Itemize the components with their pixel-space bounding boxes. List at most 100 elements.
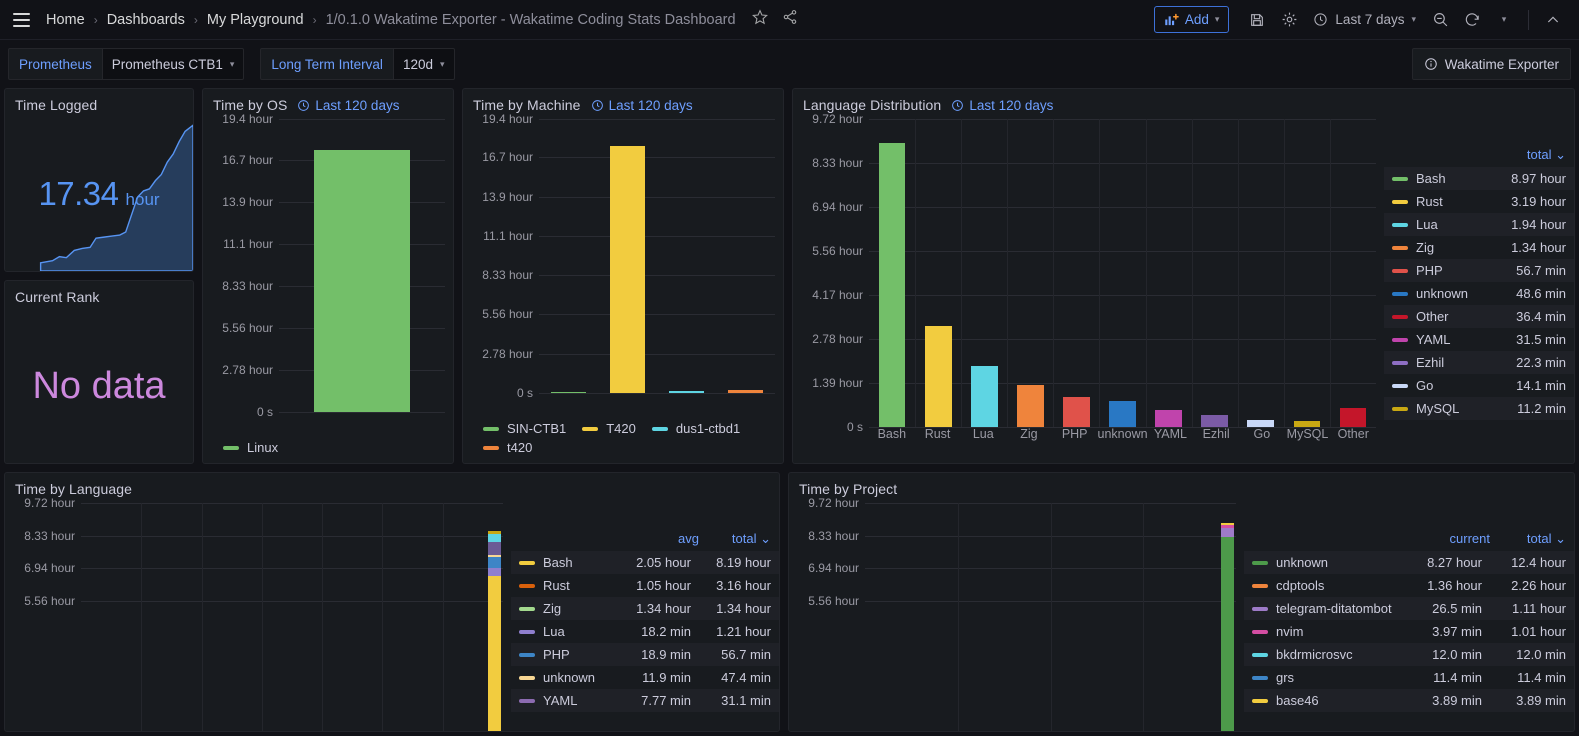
legend-table-row[interactable]: Zig 1.34 hour bbox=[1384, 236, 1574, 259]
stack-segment[interactable] bbox=[488, 541, 501, 555]
star-icon[interactable] bbox=[751, 9, 768, 30]
legend-table-row[interactable]: unknown 8.27 hour 12.4 hour bbox=[1244, 551, 1574, 574]
bar-slot[interactable] bbox=[961, 119, 1007, 427]
legend-column-header-current[interactable]: current bbox=[1410, 531, 1490, 547]
legend-table-row[interactable]: bkdrmicrosvc 12.0 min 12.0 min bbox=[1244, 643, 1574, 666]
wakatime-exporter-link-button[interactable]: Wakatime Exporter bbox=[1411, 48, 1571, 80]
panel-time-by-language[interactable]: Time by Language 9.72 hour 8.33 hour 6.94 … bbox=[4, 472, 780, 732]
bar-slot[interactable] bbox=[1330, 119, 1376, 427]
bar[interactable] bbox=[728, 390, 763, 393]
bar-slot[interactable] bbox=[1099, 119, 1145, 427]
collapse-toolbar-button[interactable] bbox=[1537, 5, 1569, 35]
stack-segment[interactable] bbox=[1221, 537, 1234, 731]
legend-table-row[interactable]: PHP 18.9 min 56.7 min bbox=[511, 643, 779, 666]
legend-table-row[interactable]: MySQL 11.2 min bbox=[1384, 397, 1574, 420]
bar[interactable] bbox=[924, 325, 952, 427]
share-icon[interactable] bbox=[782, 9, 798, 30]
legend-table-row[interactable]: Zig 1.34 hour 1.34 hour bbox=[511, 597, 779, 620]
legend-table-row[interactable]: base46 3.89 min 3.89 min bbox=[1244, 689, 1574, 712]
panel-time-by-os[interactable]: Time by OS Last 120 days 19.4 hour 16.7 h… bbox=[202, 88, 454, 464]
legend-item[interactable]: T420 bbox=[582, 421, 636, 436]
legend-table-row[interactable]: Go 14.1 min bbox=[1384, 374, 1574, 397]
bar[interactable] bbox=[610, 145, 645, 393]
bar[interactable] bbox=[970, 365, 998, 427]
save-dashboard-button[interactable] bbox=[1241, 5, 1273, 35]
bar[interactable] bbox=[1201, 415, 1229, 427]
stack-segment[interactable] bbox=[488, 568, 501, 577]
legend-table-row[interactable]: cdptools 1.36 hour 2.26 hour bbox=[1244, 574, 1574, 597]
panel-time-logged[interactable]: Time Logged 17.34 hour bbox=[4, 88, 194, 272]
bar[interactable] bbox=[1247, 419, 1275, 427]
bar[interactable] bbox=[1293, 421, 1321, 427]
legend-table-row[interactable]: unknown 48.6 min bbox=[1384, 282, 1574, 305]
time-range-picker[interactable]: Last 7 days ▾ bbox=[1305, 8, 1424, 31]
stacked-bar[interactable] bbox=[1221, 503, 1234, 731]
legend-table-row[interactable]: YAML 31.5 min bbox=[1384, 328, 1574, 351]
bar-slot[interactable] bbox=[1284, 119, 1330, 427]
bar[interactable] bbox=[878, 142, 906, 427]
bar[interactable] bbox=[1016, 384, 1044, 427]
zoom-out-time-button[interactable] bbox=[1424, 5, 1456, 35]
legend-table-row[interactable]: YAML 7.77 min 31.1 min bbox=[511, 689, 779, 712]
legend-column-header-total[interactable]: total ⌄ bbox=[699, 531, 771, 547]
bar-slot[interactable] bbox=[1007, 119, 1053, 427]
bar[interactable] bbox=[1063, 397, 1090, 427]
bar-slot[interactable] bbox=[1146, 119, 1192, 427]
legend-column-header-total[interactable]: total ⌄ bbox=[1488, 147, 1566, 163]
refresh-dashboard-button[interactable] bbox=[1456, 5, 1488, 35]
bar[interactable] bbox=[1109, 401, 1136, 427]
bar-slot[interactable] bbox=[1192, 119, 1238, 427]
bar-slot[interactable] bbox=[716, 119, 775, 393]
legend-table-row[interactable]: Rust 1.05 hour 3.16 hour bbox=[511, 574, 779, 597]
legend-item[interactable]: dus1-ctbd1 bbox=[651, 421, 740, 436]
panel-language-distribution[interactable]: Language Distribution Last 120 days 9.72… bbox=[792, 88, 1575, 464]
add-panel-button[interactable]: Add ▾ bbox=[1153, 6, 1230, 33]
dashboard-settings-button[interactable] bbox=[1273, 5, 1305, 35]
legend-table-row[interactable]: telegram-ditatombot 26.5 min 1.11 hour bbox=[1244, 597, 1574, 620]
bar-slot[interactable] bbox=[279, 119, 445, 412]
stacked-bar[interactable] bbox=[488, 503, 501, 731]
variable-datasource-select[interactable]: Prometheus CTB1 ▾ bbox=[101, 48, 245, 80]
stack-segment[interactable] bbox=[1221, 527, 1234, 538]
bar-slot[interactable] bbox=[915, 119, 961, 427]
bar-slot[interactable] bbox=[539, 119, 598, 393]
panel-time-by-project[interactable]: Time by Project 9.72 hour 8.33 hour 6.94 h… bbox=[788, 472, 1575, 732]
breadcrumb-item-dashboards[interactable]: Dashboards bbox=[105, 12, 187, 28]
stack-segment[interactable] bbox=[488, 533, 501, 542]
bar[interactable] bbox=[313, 150, 411, 412]
legend-item[interactable]: t420 bbox=[483, 440, 532, 455]
bar[interactable] bbox=[1155, 410, 1182, 427]
stack-segment[interactable] bbox=[488, 576, 501, 731]
bar-slot[interactable] bbox=[657, 119, 716, 393]
legend-column-header-avg[interactable]: avg bbox=[627, 531, 699, 547]
bar[interactable] bbox=[1339, 407, 1367, 427]
bar-slot[interactable] bbox=[1053, 119, 1099, 427]
refresh-interval-dropdown[interactable]: ▾ bbox=[1488, 5, 1520, 35]
legend-table-row[interactable]: grs 11.4 min 11.4 min bbox=[1244, 666, 1574, 689]
legend-table-row[interactable]: Rust 3.19 hour bbox=[1384, 190, 1574, 213]
legend-table-row[interactable]: Bash 2.05 hour 8.19 hour bbox=[511, 551, 779, 574]
bar-slot[interactable] bbox=[1238, 119, 1284, 427]
legend-table-row[interactable]: Bash 8.97 hour bbox=[1384, 167, 1574, 190]
variable-datasource-label[interactable]: Prometheus bbox=[8, 48, 102, 80]
stack-segment[interactable] bbox=[488, 556, 501, 569]
menu-toggle-icon[interactable] bbox=[8, 7, 34, 33]
bar-slot[interactable] bbox=[869, 119, 915, 427]
legend-table-row[interactable]: Other 36.4 min bbox=[1384, 305, 1574, 328]
legend-table-row[interactable]: unknown 11.9 min 47.4 min bbox=[511, 666, 779, 689]
panel-time-by-machine[interactable]: Time by Machine Last 120 days 19.4 hour 1… bbox=[462, 88, 784, 464]
variable-interval-label[interactable]: Long Term Interval bbox=[260, 48, 393, 80]
legend-table-row[interactable]: Ezhil 22.3 min bbox=[1384, 351, 1574, 374]
breadcrumb-item-home[interactable]: Home bbox=[44, 12, 87, 28]
breadcrumb-item-my-playground[interactable]: My Playground bbox=[205, 12, 306, 28]
variable-interval-select[interactable]: 120d ▾ bbox=[392, 48, 455, 80]
bar-slot[interactable] bbox=[598, 119, 657, 393]
panel-current-rank[interactable]: Current Rank No data bbox=[4, 280, 194, 464]
legend-table-row[interactable]: nvim 3.97 min 1.01 hour bbox=[1244, 620, 1574, 643]
breadcrumb-item-dashboard-title[interactable]: 1/0.1.0 Wakatime Exporter - Wakatime Cod… bbox=[324, 12, 738, 28]
legend-item[interactable]: Linux bbox=[223, 440, 278, 455]
legend-table-row[interactable]: Lua 1.94 hour bbox=[1384, 213, 1574, 236]
legend-table-row[interactable]: Lua 18.2 min 1.21 hour bbox=[511, 620, 779, 643]
bar[interactable] bbox=[669, 390, 704, 393]
bar[interactable] bbox=[551, 391, 586, 393]
